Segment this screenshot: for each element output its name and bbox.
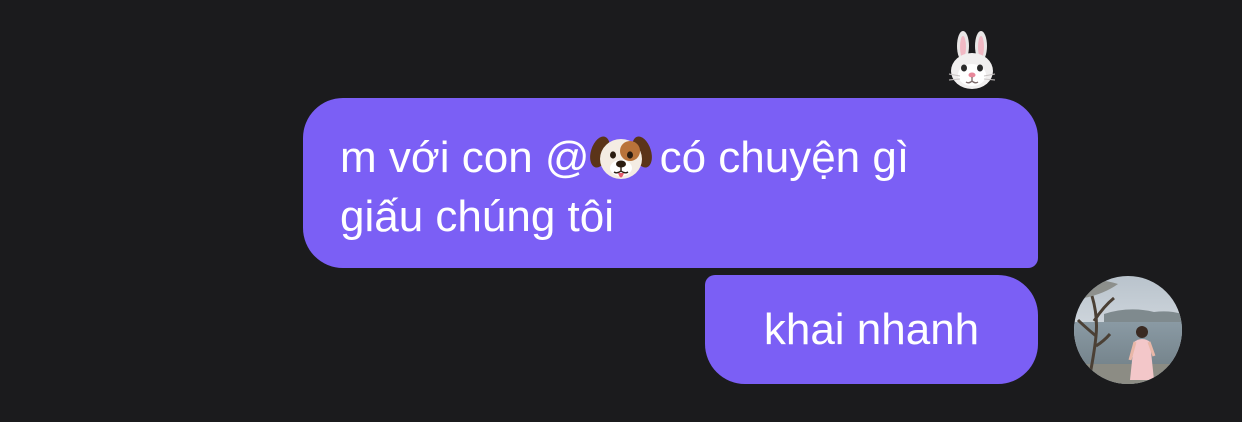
message-1-text-after-mention: có chuyện gì <box>659 133 910 182</box>
message-1-line-1: m với con @ có chuyện gì <box>340 128 1002 187</box>
message-1-line-2: giấu chúng tôi <box>340 192 614 241</box>
message-bubble-1[interactable]: m với con @ có chuyện gì giấu chúng tôi <box>303 98 1038 268</box>
message-bubble-2[interactable]: khai nhanh <box>705 275 1038 384</box>
message-2-text: khai nhanh <box>763 304 980 354</box>
message-1-text-before-mention: m với con @ <box>340 133 590 182</box>
avatar[interactable] <box>1074 276 1182 384</box>
rabbit-face-icon <box>948 31 996 89</box>
dog-face-icon <box>589 136 652 179</box>
